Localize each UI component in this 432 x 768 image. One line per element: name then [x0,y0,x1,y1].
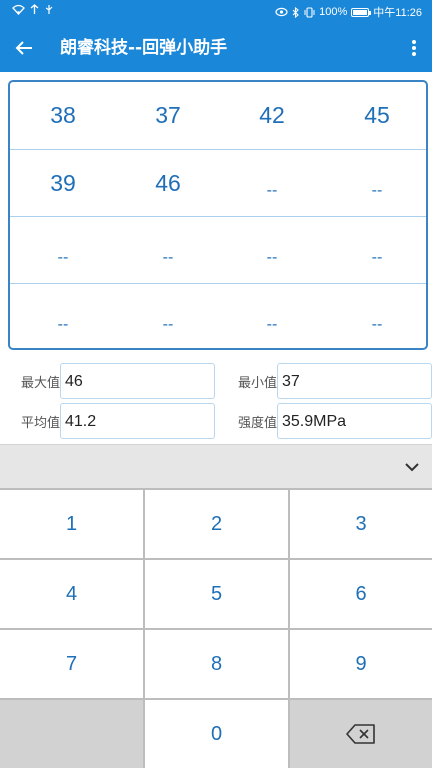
avg-value-field[interactable]: 41.2 [60,403,215,439]
reading-cell[interactable]: 37 [116,82,220,149]
wifi-icon [12,4,25,15]
strength-value-field[interactable]: 35.9MPa [277,403,432,439]
keyboard-hide-button[interactable] [396,451,428,483]
reading-cell[interactable]: -- [11,284,115,348]
reading-cell[interactable]: -- [220,217,324,284]
readings-row: -- -- -- -- [10,216,426,283]
reading-cell[interactable]: -- [11,217,115,284]
reading-cell[interactable]: 46 [116,150,220,217]
reading-cell[interactable]: -- [325,284,426,348]
reading-cell[interactable]: -- [220,284,324,348]
eye-icon [275,7,288,17]
reading-cell[interactable]: -- [116,284,220,348]
vibrate-icon [304,6,315,18]
readings-row: 39 46 -- -- [10,149,426,216]
battery-percentage: 100% [319,6,348,18]
avg-label: 平均值 [21,416,61,431]
strength-label: 强度值 [238,416,278,431]
readings-grid: 38 37 42 45 39 46 -- -- -- -- -- -- -- -… [8,80,428,350]
reading-cell[interactable]: 39 [11,150,115,217]
more-vertical-icon [412,40,416,56]
reading-cell[interactable]: -- [325,150,426,217]
key-8[interactable]: 8 [145,630,288,698]
key-3[interactable]: 3 [290,490,432,558]
notification-icon [30,4,39,14]
max-value-field[interactable]: 46 [60,363,215,399]
bluetooth-icon [292,6,299,18]
min-label: 最小值 [238,376,278,391]
key-2[interactable]: 2 [145,490,288,558]
key-4[interactable]: 4 [0,560,143,628]
key-9[interactable]: 9 [290,630,432,698]
readings-row: -- -- -- -- [10,283,426,348]
status-right-icons: 100% 中午11:26 [275,4,422,20]
backspace-key[interactable] [290,700,432,768]
clock-time: 中午11:26 [373,7,422,19]
status-left-icons [12,4,54,15]
usb-icon [45,5,53,14]
reading-cell[interactable]: -- [325,217,426,284]
back-button[interactable] [10,34,38,62]
chevron-down-icon [405,463,419,472]
min-value-field[interactable]: 37 [277,363,432,399]
key-blank [0,700,143,768]
numeric-keypad: 1 2 3 4 5 6 7 8 9 0 [0,488,432,768]
overflow-menu-button[interactable] [400,34,428,62]
backspace-icon [346,724,375,744]
page-title: 朗睿科技--回弹小助手 [60,38,228,58]
arrow-left-icon [15,41,32,55]
reading-cell[interactable]: 42 [220,82,324,149]
key-0[interactable]: 0 [145,700,288,768]
readings-row: 38 37 42 45 [10,82,426,149]
status-bar: 100% 中午11:26 [0,0,432,24]
app-bar: 朗睿科技--回弹小助手 [0,24,432,72]
reading-cell[interactable]: -- [220,150,324,217]
reading-cell[interactable]: -- [116,217,220,284]
max-label: 最大值 [21,376,61,391]
keyboard-toolbar [0,444,432,488]
key-7[interactable]: 7 [0,630,143,698]
key-5[interactable]: 5 [145,560,288,628]
reading-cell[interactable]: 45 [325,82,426,149]
key-6[interactable]: 6 [290,560,432,628]
battery-icon [351,7,372,17]
key-1[interactable]: 1 [0,490,143,558]
reading-cell[interactable]: 38 [11,82,115,149]
